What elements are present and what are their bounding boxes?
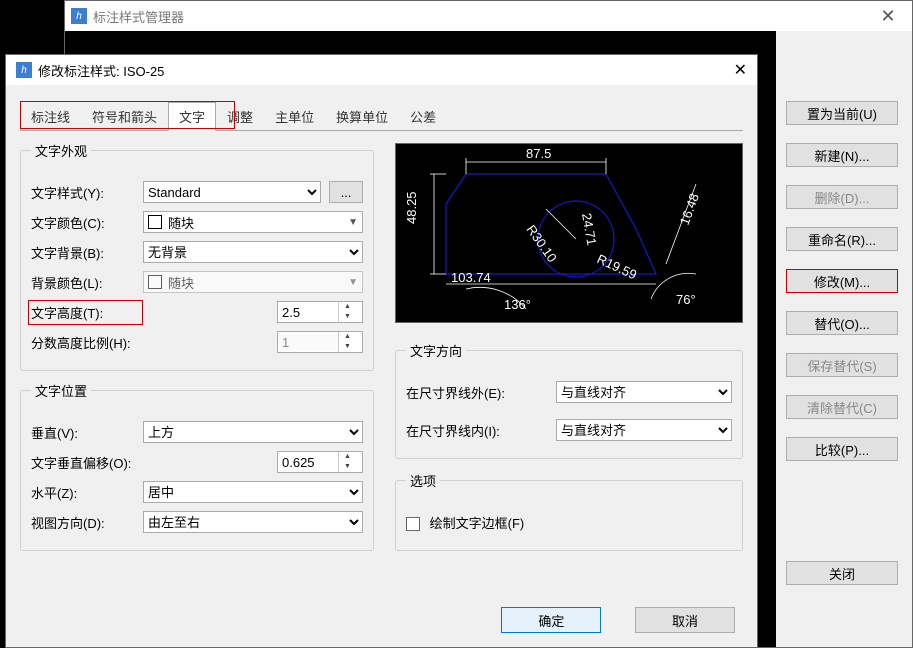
delete-button[interactable]: 删除(D)... [786,185,898,209]
draw-frame-checkbox[interactable] [406,517,420,531]
draw-frame-label: 绘制文字边框(F) [430,516,525,531]
inside-ext-label: 在尺寸界线内(I): [406,421,556,440]
fraction-height-label: 分数高度比例(H): [31,333,143,352]
spinner-down-icon[interactable]: ▼ [339,462,356,472]
fraction-height-spinner: ▲▼ [277,331,363,353]
text-bg-label: 文字背景(B): [31,243,143,262]
text-height-spinner[interactable]: ▲▼ [277,301,363,323]
outside-ext-label: 在尺寸界线外(E): [406,383,556,402]
svg-text:87.5: 87.5 [526,146,551,161]
spinner-down-icon: ▼ [339,342,356,352]
svg-text:24.71: 24.71 [579,212,599,247]
parent-window-title: 标注样式管理器 [93,7,864,26]
tab-strip: 标注线 符号和箭头 文字 调整 主单位 换算单位 公差 [20,101,757,130]
svg-text:R19.59: R19.59 [595,251,639,282]
text-style-more-button[interactable]: ... [329,181,363,203]
fraction-height-input [278,335,338,350]
spinner-down-icon[interactable]: ▼ [339,312,356,322]
tab-fit[interactable]: 调整 [216,102,264,131]
svg-text:103.74: 103.74 [451,270,491,285]
modify-button[interactable]: 修改(M)... [786,269,898,293]
spinner-up-icon: ▲ [339,332,356,342]
vertical-label: 垂直(V): [31,423,143,442]
app-icon: h [16,62,32,78]
modify-dim-style-dialog: h 修改标注样式: ISO-25 ✕ 标注线 符号和箭头 文字 调整 主单位 换… [5,54,758,648]
text-placement-legend: 文字位置 [31,381,91,400]
tab-tolerance[interactable]: 公差 [399,102,447,131]
app-icon: h [71,8,87,24]
override-button[interactable]: 替代(O)... [786,311,898,335]
chevron-down-icon: ▼ [348,277,358,288]
dialog-close-icon[interactable]: ✕ [734,60,747,80]
spinner-up-icon[interactable]: ▲ [339,302,356,312]
text-style-combo[interactable]: Standard [143,181,321,203]
horizontal-label: 水平(Z): [31,483,143,502]
svg-text:76°: 76° [676,292,696,307]
rename-button[interactable]: 重命名(R)... [786,227,898,251]
text-color-label: 文字颜色(C): [31,213,143,232]
byblock-swatch-icon [148,275,162,289]
text-orientation-group: 文字方向 在尺寸界线外(E): 与直线对齐 在尺寸界线内(I): 与直线对齐 [395,341,743,459]
parent-titlebar: h 标注样式管理器 ✕ [65,1,912,31]
save-override-button[interactable]: 保存替代(S) [786,353,898,377]
tab-symbols[interactable]: 符号和箭头 [81,102,168,131]
options-legend: 选项 [406,471,440,490]
options-group: 选项 绘制文字边框(F) [395,471,743,551]
bg-color-label: 背景颜色(L): [31,273,143,292]
set-current-button[interactable]: 置为当前(U) [786,101,898,125]
dialog-footer: 确定 取消 [471,607,735,633]
dialog-title: 修改标注样式: ISO-25 [38,61,734,80]
text-placement-group: 文字位置 垂直(V): 上方 文字垂直偏移(O): ▲▼ 水平(Z): 居中 视… [20,381,374,551]
clear-override-button[interactable]: 清除替代(C) [786,395,898,419]
text-appearance-group: 文字外观 文字样式(Y): Standard ... 文字颜色(C): 随块▼ … [20,141,374,371]
horizontal-combo[interactable]: 居中 [143,481,363,503]
draw-frame-checkbox-row[interactable]: 绘制文字边框(F) [406,513,524,532]
close-button[interactable]: 关闭 [786,561,898,585]
right-button-column: 置为当前(U) 新建(N)... 删除(D)... 重命名(R)... 修改(M… [786,101,898,603]
compare-button[interactable]: 比较(P)... [786,437,898,461]
tab-primary[interactable]: 主单位 [264,102,325,131]
outside-ext-combo[interactable]: 与直线对齐 [556,381,732,403]
text-orientation-legend: 文字方向 [406,341,466,360]
tab-alternate[interactable]: 换算单位 [325,102,399,131]
svg-text:R30.10: R30.10 [524,222,560,265]
svg-text:48.25: 48.25 [404,191,419,224]
byblock-swatch-icon [148,215,162,229]
view-dir-label: 视图方向(D): [31,513,143,532]
dialog-titlebar: h 修改标注样式: ISO-25 ✕ [6,55,757,85]
text-bg-combo[interactable]: 无背景 [143,241,363,263]
inside-ext-combo[interactable]: 与直线对齐 [556,419,732,441]
chevron-down-icon: ▼ [348,217,358,228]
offset-spinner[interactable]: ▲▼ [277,451,363,473]
preview-panel: 87.5 48.25 24.71 R19.59 16.48 R30.10 136… [395,143,743,323]
offset-input[interactable] [278,455,338,470]
tab-text[interactable]: 文字 [168,102,216,131]
tab-lines[interactable]: 标注线 [20,102,81,131]
svg-text:136°: 136° [504,297,531,312]
preview-drawing-icon: 87.5 48.25 24.71 R19.59 16.48 R30.10 136… [396,144,744,324]
spinner-up-icon[interactable]: ▲ [339,452,356,462]
bg-color-combo: 随块▼ [143,271,363,293]
text-color-combo[interactable]: 随块▼ [143,211,363,233]
text-height-input[interactable] [278,305,338,320]
new-button[interactable]: 新建(N)... [786,143,898,167]
text-appearance-legend: 文字外观 [31,141,91,160]
text-style-label: 文字样式(Y): [31,183,143,202]
offset-label: 文字垂直偏移(O): [31,453,171,472]
view-dir-combo[interactable]: 由左至右 [143,511,363,533]
text-height-label: 文字高度(T): [28,300,143,325]
parent-close-icon[interactable]: ✕ [864,6,912,27]
vertical-combo[interactable]: 上方 [143,421,363,443]
ok-button[interactable]: 确定 [501,607,601,633]
svg-text:16.48: 16.48 [677,191,702,227]
cancel-button[interactable]: 取消 [635,607,735,633]
